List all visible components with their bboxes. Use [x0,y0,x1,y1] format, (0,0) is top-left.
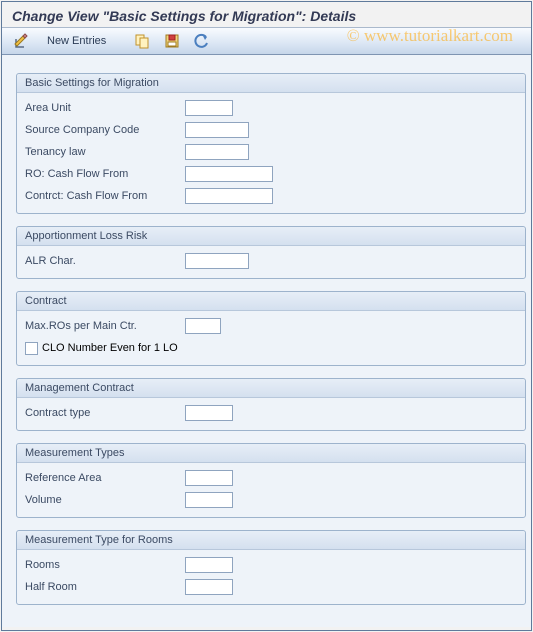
label-max-ros: Max.ROs per Main Ctr. [25,320,185,332]
group-measurement-types: Measurement Types Reference Area Volume [16,443,526,518]
input-max-ros[interactable] [185,318,221,334]
input-contract-type[interactable] [185,405,233,421]
input-area-unit[interactable] [185,100,233,116]
body-area: Basic Settings for Migration Area Unit S… [2,55,531,627]
save-icon [164,33,180,49]
label-ref-area: Reference Area [25,472,185,484]
copy-icon [134,33,150,49]
new-entries-button[interactable]: New Entries [38,31,115,51]
group-title: Apportionment Loss Risk [17,227,525,246]
label-tenancy-law: Tenancy law [25,146,185,158]
undo-button[interactable] [189,31,215,51]
label-volume: Volume [25,494,185,506]
group-title: Management Contract [17,379,525,398]
label-clo-number: CLO Number Even for 1 LO [42,342,178,354]
input-volume[interactable] [185,492,233,508]
copy-button[interactable] [129,31,155,51]
new-entries-label: New Entries [43,35,110,47]
input-ro-cashflow[interactable] [185,166,273,182]
group-management-contract: Management Contract Contract type [16,378,526,431]
toggle-button[interactable] [8,31,34,51]
input-source-company[interactable] [185,122,249,138]
label-half-room: Half Room [25,581,185,593]
input-half-room[interactable] [185,579,233,595]
group-title: Basic Settings for Migration [17,74,525,93]
label-alr-char: ALR Char. [25,255,185,267]
checkbox-clo-number[interactable] [25,342,38,355]
undo-icon [194,33,210,49]
header: Change View "Basic Settings for Migratio… [2,2,531,27]
label-source-company: Source Company Code [25,124,185,136]
group-title: Measurement Types [17,444,525,463]
input-contract-cashflow[interactable] [185,188,273,204]
group-contract: Contract Max.ROs per Main Ctr. CLO Numbe… [16,291,526,366]
toolbar: New Entries [2,27,531,55]
page-title: Change View "Basic Settings for Migratio… [12,8,521,24]
group-title: Measurement Type for Rooms [17,531,525,550]
group-measurement-rooms: Measurement Type for Rooms Rooms Half Ro… [16,530,526,605]
group-basic-settings: Basic Settings for Migration Area Unit S… [16,73,526,214]
label-contract-type: Contract type [25,407,185,419]
input-ref-area[interactable] [185,470,233,486]
pencil-toggle-icon [13,33,29,49]
group-alr: Apportionment Loss Risk ALR Char. [16,226,526,279]
input-alr-char[interactable] [185,253,249,269]
label-area-unit: Area Unit [25,102,185,114]
input-rooms[interactable] [185,557,233,573]
group-title: Contract [17,292,525,311]
label-contract-cashflow: Contrct: Cash Flow From [25,190,185,202]
input-tenancy-law[interactable] [185,144,249,160]
save-button[interactable] [159,31,185,51]
label-rooms: Rooms [25,559,185,571]
label-ro-cashflow: RO: Cash Flow From [25,168,185,180]
